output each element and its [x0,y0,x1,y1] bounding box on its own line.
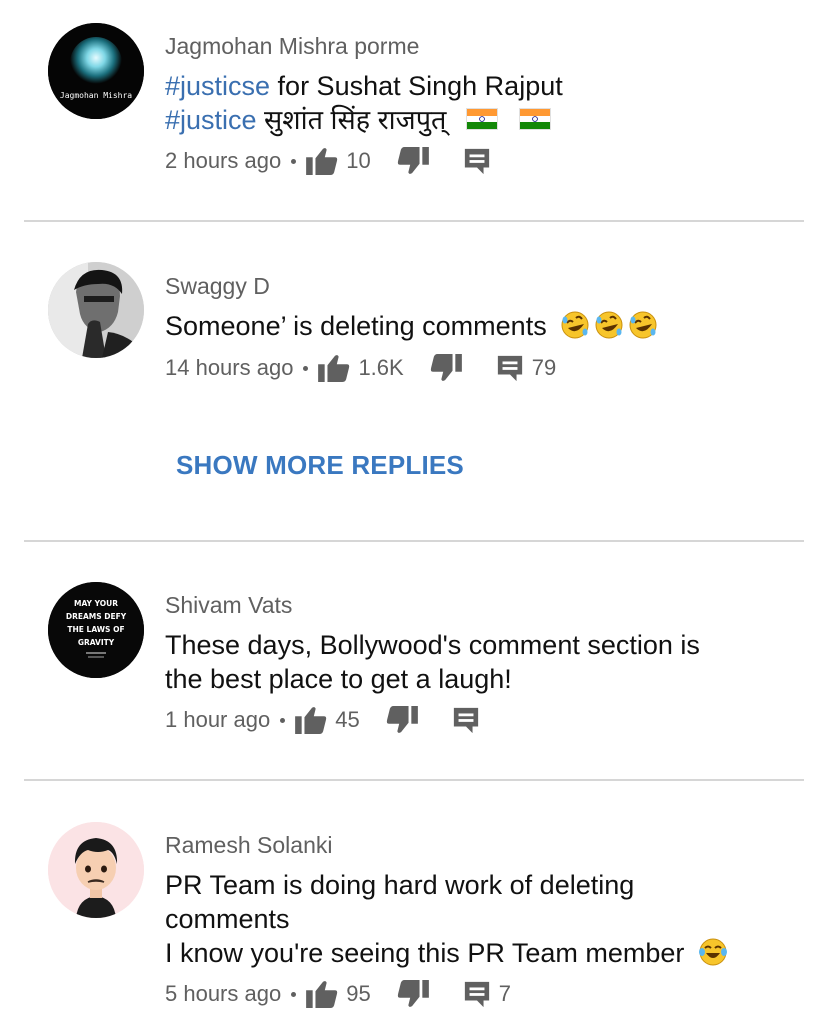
dislike-button[interactable] [386,706,418,734]
separator-dot [303,365,309,371]
comment-meta: 14 hours ago 1.6K 79 [165,351,556,385]
comment-text: These days, Bollywood's comment section … [165,628,785,696]
comment-text-line: These days, Bollywood's comment section … [165,630,700,660]
like-button[interactable] [318,354,350,382]
like-button[interactable] [306,147,338,175]
rofl-emoji-icon [560,310,590,340]
dislike-icon [397,980,429,1008]
comment-text-line: PR Team is doing hard work of deleting [165,870,635,900]
dislike-button[interactable] [397,980,429,1008]
dislike-icon [386,706,418,734]
avatar-image: Jagmohan Mishra [48,23,144,119]
like-button[interactable] [306,980,338,1008]
divider [24,220,804,222]
joy-emoji-icon [698,937,728,967]
dislike-button[interactable] [397,147,429,175]
avatar-text: GRAVITY [78,638,115,647]
comment-text-line: comments [165,904,290,934]
hashtag-link[interactable]: #justicse [165,71,270,101]
avatar[interactable] [48,262,144,358]
reply-icon [463,147,491,175]
author-name[interactable]: Jagmohan Mishra porme [165,33,419,60]
avatar-text: THE LAWS OF [67,625,124,634]
avatar-image: MAY YOUR DREAMS DEFY THE LAWS OF GRAVITY [48,582,144,678]
reply-button[interactable] [463,980,491,1008]
comment-text-line: the best place to get a laugh! [165,664,512,694]
comment-text-segment: Someone’ is deleting comments [165,311,547,341]
like-count: 10 [346,148,371,173]
avatar-text: Jagmohan Mishra [60,91,132,100]
comment-text-segment: I know you're seeing this PR Team member [165,938,685,968]
reply-button[interactable] [452,706,480,734]
reply-button[interactable] [496,354,524,382]
dislike-icon [430,354,462,382]
reply-button[interactable] [463,147,491,175]
timestamp: 2 hours ago [165,148,282,173]
avatar[interactable]: MAY YOUR DREAMS DEFY THE LAWS OF GRAVITY [48,582,144,678]
comment-meta: 2 hours ago 10 [165,144,491,178]
like-icon [318,354,350,382]
reply-icon [496,354,524,382]
like-icon [306,147,338,175]
author-name[interactable]: Ramesh Solanki [165,832,332,859]
divider [24,779,804,781]
comment-text-segment: for Sushat Singh Rajput [270,71,563,101]
comment-meta: 1 hour ago 45 [165,703,480,737]
rofl-emoji-icon [628,310,658,340]
reply-count: 7 [498,981,511,1006]
comment-text: PR Team is doing hard work of deleting c… [165,868,785,970]
avatar-text: MAY YOUR [74,599,118,608]
comment-text-segment: सुशांत सिंह राजपुत् [256,105,447,135]
like-count: 1.6K [358,355,404,380]
india-flag-icon [465,107,498,130]
comment-meta: 5 hours ago 95 7 [165,977,511,1011]
comment-text: Someone’ is deleting comments [165,309,785,343]
reply-icon [463,980,491,1008]
like-icon [295,706,327,734]
like-count: 45 [335,707,360,732]
dislike-icon [397,147,429,175]
avatar-text: DREAMS DEFY [66,612,127,621]
divider [24,540,804,542]
separator-dot [291,158,297,164]
author-name[interactable]: Shivam Vats [165,592,292,619]
comment-text: #justicse for Sushat Singh Rajput #justi… [165,69,785,137]
dislike-button[interactable] [430,354,462,382]
hashtag-link[interactable]: #justice [165,105,257,135]
avatar-image [48,822,144,918]
reply-count: 79 [531,355,557,380]
like-button[interactable] [295,706,327,734]
timestamp: 14 hours ago [165,355,294,380]
like-icon [306,980,338,1008]
separator-dot [291,991,297,997]
avatar[interactable]: Jagmohan Mishra [48,23,144,119]
avatar-image [48,262,144,358]
avatar[interactable] [48,822,144,918]
author-name[interactable]: Swaggy D [165,273,270,300]
timestamp: 5 hours ago [165,981,282,1006]
separator-dot [280,717,286,723]
like-count: 95 [346,981,371,1006]
show-more-replies-button[interactable]: SHOW MORE REPLIES [176,450,464,481]
timestamp: 1 hour ago [165,707,271,732]
reply-icon [452,706,480,734]
india-flag-icon [519,107,552,130]
rofl-emoji-icon [594,310,624,340]
